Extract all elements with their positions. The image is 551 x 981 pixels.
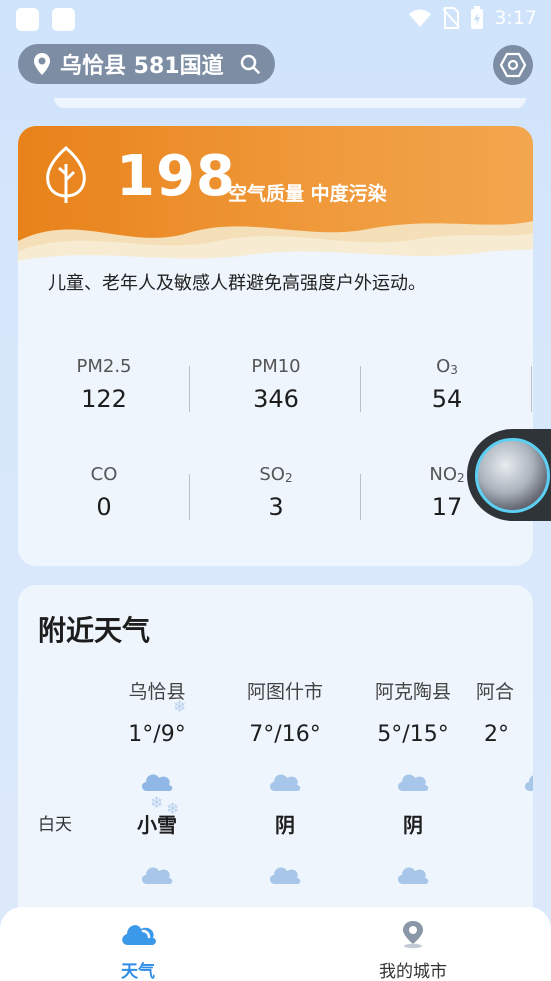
weather-condition: 阴 [275,813,295,837]
notification-icon [16,8,39,31]
wifi-icon [409,9,432,27]
search-icon [240,54,260,74]
pollutant-value: 122 [81,385,127,413]
aqi-value: 198 [116,144,236,209]
pollutant-co: CO 0 [18,464,190,521]
tab-my-cities[interactable]: 我的城市 [343,919,483,981]
nearby-city-item[interactable]: 乌恰县 1°/9° 小雪 [92,677,222,890]
pollutant-name: PM2.5 [76,356,132,377]
location-pin-icon [34,53,50,75]
city-name: 阿合 [476,681,515,703]
aqi-level-label: 空气质量 中度污染 [228,183,387,205]
health-advice: 儿童、老年人及敏感人群避免高强度户外运动。 [48,273,426,294]
cloud-icon [397,867,429,884]
cloud-icon [269,774,301,791]
nearby-city-item[interactable]: 阿图什市 7°/16° 阴 [220,677,350,890]
nearby-city-item[interactable]: 阿克陶县 5°/15° 阴 [348,677,478,890]
pollutant-name: SO2 [259,464,293,485]
snowflake-icon: ❄ [150,793,164,812]
settings-button[interactable] [493,45,533,85]
pollutant-so2: SO2 3 [190,464,362,521]
nearby-city-item[interactable]: 阿合 2° [476,677,533,797]
cloud-icon [525,775,533,791]
temperature-range: 5°/15° [377,722,449,747]
weather-condition: 阴 [403,813,423,837]
no-sim-icon [442,7,461,29]
pollutant-value: 0 [96,493,112,521]
divider [531,366,532,412]
pollutant-pm25: PM2.5 122 [18,356,190,413]
tab-weather[interactable]: 天气 [68,919,208,981]
settings-hexagon-icon [500,52,526,78]
city-name: 阿克陶县 [374,681,451,703]
snowflake-icon: ❄ [173,697,187,716]
temperature-range: 1°/9° [128,722,186,747]
cloud-icon [397,774,429,791]
air-quality-card[interactable]: 198 空气质量 中度污染 儿童、老年人及敏感人群避免高强度户外运动。 PM2.… [18,126,533,566]
pollutant-value: 3 [268,493,284,521]
floating-assistant-bubble[interactable] [467,429,551,521]
notification-icon [52,8,75,31]
weather-cloud-icon [122,925,156,945]
leaf-icon [46,146,86,203]
location-selector[interactable]: 乌恰县 581国道 [18,44,275,84]
cloud-icon [141,867,173,884]
map-pin-icon [403,921,423,949]
section-title: 附近天气 [38,614,151,647]
pollutant-name: CO [90,464,118,485]
tab-label: 天气 [121,962,155,981]
pollutant-name: PM10 [251,356,301,377]
bottom-navigation: 天气 我的城市 [0,907,551,981]
pollutant-value: 346 [253,385,299,413]
pollutant-name: O3 [436,356,458,377]
avatar [475,438,550,513]
cloud-icon [269,867,301,884]
previous-card-edge [54,98,526,108]
snowflake-icon: ❄ [166,799,180,818]
wave-decoration [18,221,533,271]
daytime-label: 白天 [38,815,72,835]
temperature-range: 2° [484,722,509,747]
city-name: 乌恰县 [128,681,186,703]
cloud-snow-icon [141,774,173,791]
location-name: 乌恰县 581国道 [60,54,224,79]
status-bar: 3:17 [0,0,551,38]
temperature-range: 7°/16° [249,722,321,747]
pollutant-pm10: PM10 346 [190,356,362,413]
pollutant-o3: O3 54 [361,356,533,413]
city-name: 阿图什市 [246,681,323,703]
clock: 3:17 [494,7,537,29]
tab-label: 我的城市 [379,962,447,981]
weather-condition: 小雪 [137,813,177,837]
battery-charging-icon [471,6,484,29]
pollutant-value: 54 [431,385,463,413]
